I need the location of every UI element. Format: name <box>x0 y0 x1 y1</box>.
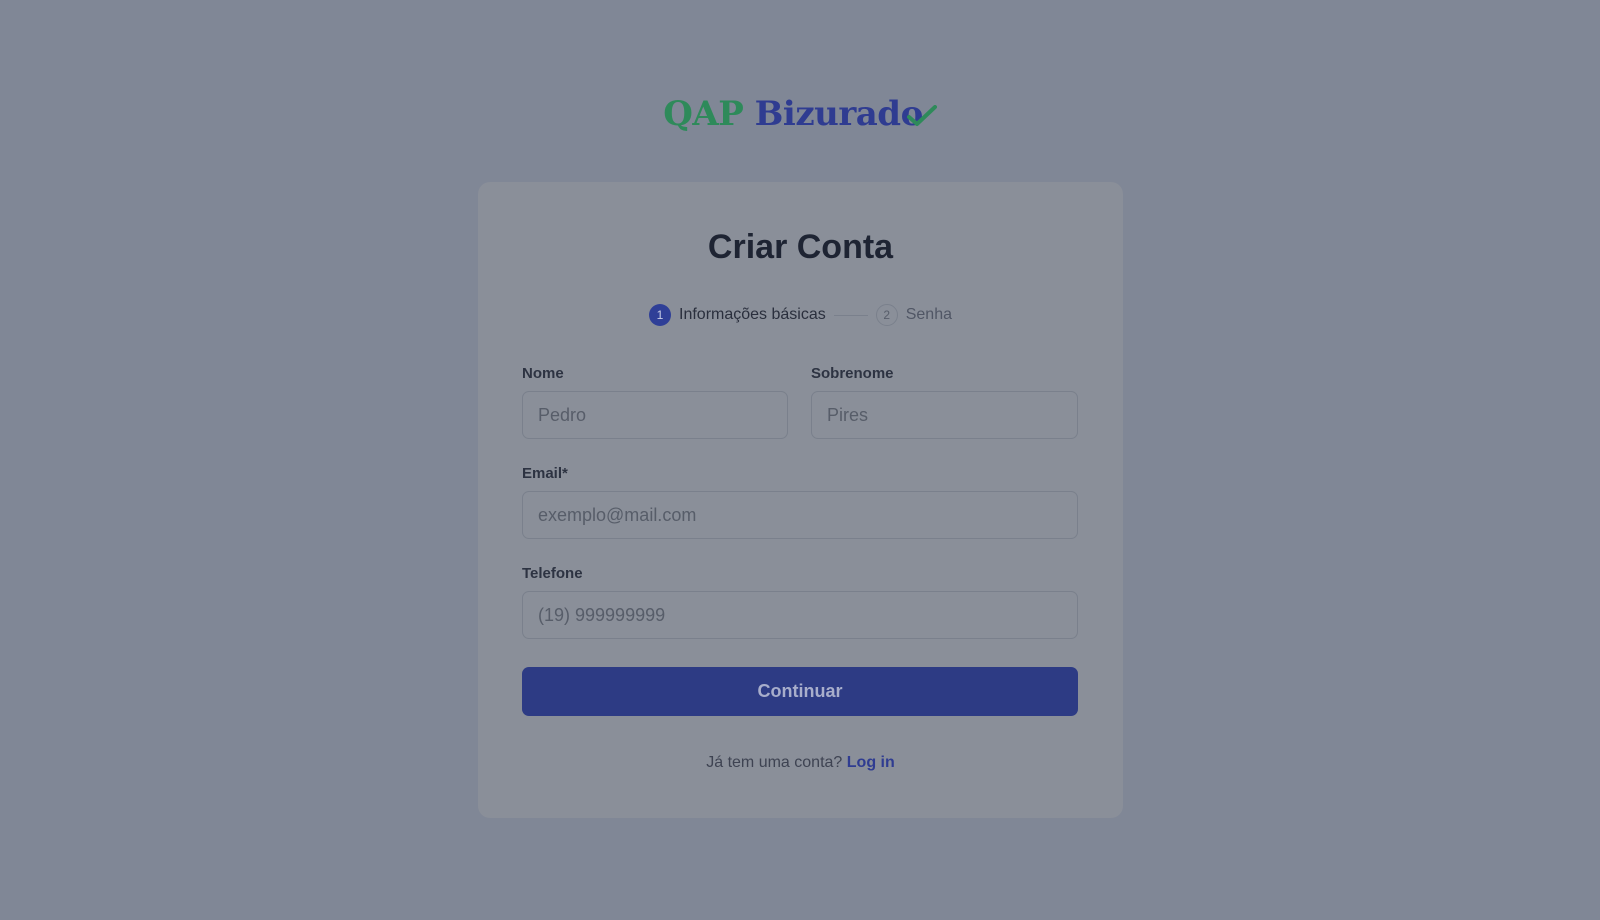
last-name-input[interactable] <box>811 391 1078 439</box>
email-label: Email* <box>522 465 568 482</box>
last-name-label: Sobrenome <box>811 365 894 382</box>
phone-input[interactable] <box>522 591 1078 639</box>
page-title: Criar Conta <box>707 228 894 266</box>
step-password: 2 Senha <box>875 304 952 326</box>
first-name-label: Nome <box>522 365 564 382</box>
step-number-2: 2 <box>875 304 898 326</box>
step-basic-info: 1 Informações básicas <box>649 304 826 326</box>
brand-logo: QAP Bizurado <box>0 94 1600 134</box>
login-link[interactable]: Log in <box>847 754 895 771</box>
logo-text-bizurado: Bizurado <box>754 94 924 134</box>
step-label-basic-info: Informações básicas <box>679 306 826 323</box>
step-indicator: 1 Informações básicas 2 Senha <box>478 304 1123 326</box>
first-name-input[interactable] <box>522 391 788 439</box>
step-number-1: 1 <box>649 304 671 326</box>
signup-card: Criar Conta 1 Informações básicas 2 Senh… <box>478 182 1123 818</box>
continue-button[interactable]: Continuar <box>522 667 1078 716</box>
email-input[interactable] <box>522 491 1078 539</box>
login-prompt-text: Já tem uma conta? <box>706 754 843 771</box>
checkmark-icon <box>906 105 937 126</box>
step-connector <box>833 314 868 316</box>
logo-text-qap: QAP <box>663 94 744 134</box>
step-label-password: Senha <box>905 306 952 323</box>
phone-label: Telefone <box>522 565 583 582</box>
login-prompt: Já tem uma conta? Log in <box>478 754 1123 772</box>
